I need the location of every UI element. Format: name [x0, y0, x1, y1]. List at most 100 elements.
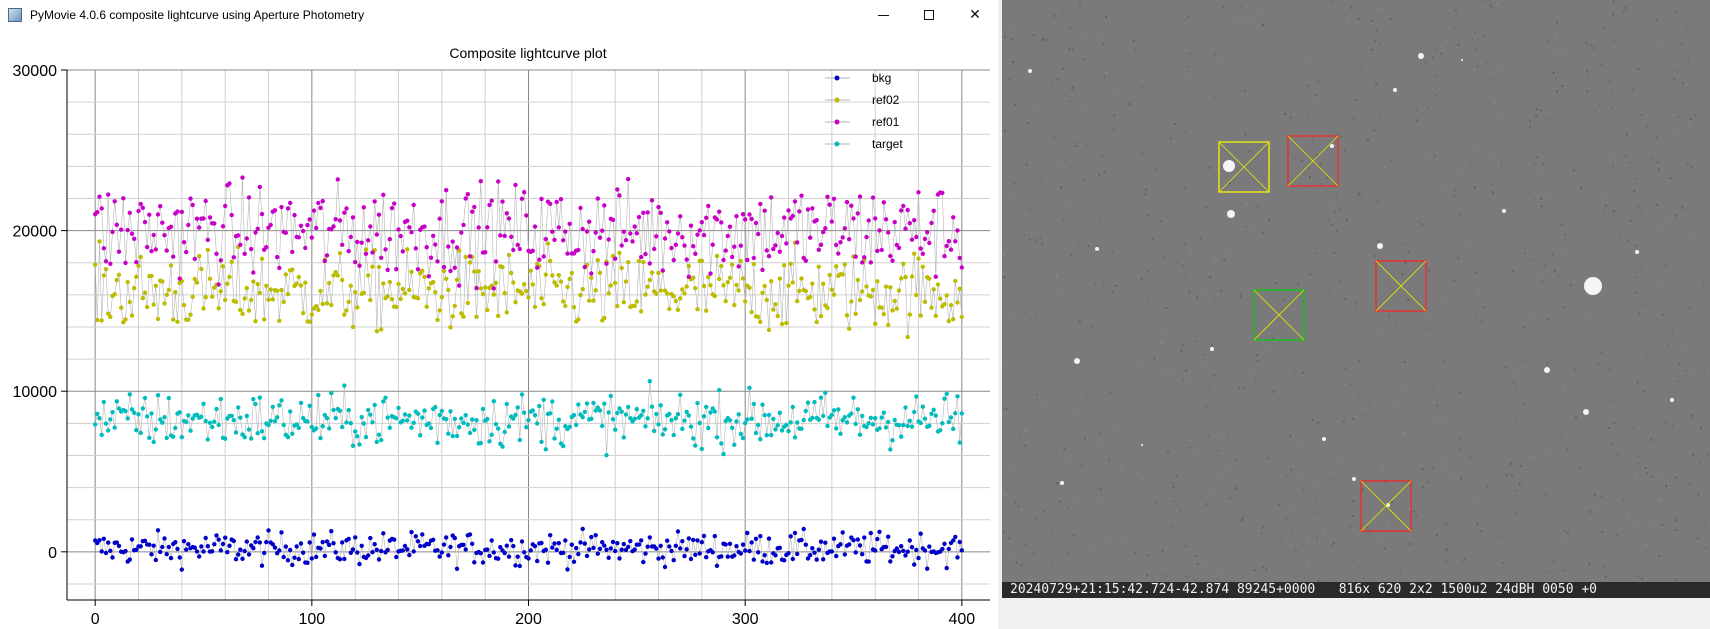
noise-pixel [1045, 39, 1048, 42]
data-point-target [955, 394, 960, 399]
noise-pixel [1003, 423, 1006, 425]
noise-pixel [1125, 347, 1128, 350]
noise-pixel [1355, 410, 1358, 413]
aperture-target[interactable] [1253, 289, 1305, 341]
data-point-bkg [166, 544, 171, 550]
data-point-target [597, 408, 603, 413]
noise-pixel [1438, 418, 1441, 421]
noise-pixel [1189, 439, 1192, 442]
data-point-ref02 [346, 299, 351, 305]
noise-pixel [1412, 9, 1415, 12]
noise-pixel [1656, 142, 1659, 145]
data-point-ref02 [578, 292, 583, 298]
noise-pixel [1423, 243, 1426, 246]
data-point-ref01 [119, 227, 124, 232]
noise-pixel [1559, 48, 1562, 51]
data-point-ref01 [868, 260, 873, 265]
noise-pixel [1189, 415, 1192, 418]
noise-pixel [1597, 510, 1600, 513]
legend-label-ref01[interactable]: ref01 [872, 115, 900, 129]
data-point-ref02 [853, 311, 858, 316]
data-point-target [610, 417, 616, 422]
noise-pixel [1574, 352, 1577, 355]
noise-pixel [1600, 496, 1603, 498]
data-point-ref01 [331, 224, 336, 229]
noise-pixel [1172, 485, 1175, 488]
noise-pixel [1522, 567, 1525, 570]
noise-pixel [1544, 264, 1547, 267]
noise-pixel [1265, 282, 1268, 285]
data-point-target [426, 421, 431, 426]
noise-pixel [1541, 518, 1543, 521]
data-point-target [561, 443, 566, 449]
noise-pixel [1586, 70, 1588, 73]
data-point-bkg [782, 558, 787, 563]
data-point-bkg [743, 548, 748, 553]
data-point-ref01 [890, 258, 895, 263]
lightcurve-chart[interactable]: 0 100 200 300 4000100002000030000 bkgref02re… [0, 0, 998, 629]
noise-pixel [1421, 468, 1424, 471]
data-point-bkg [168, 555, 174, 561]
noise-pixel [1177, 248, 1180, 250]
data-point-target [877, 426, 882, 431]
star-field-frame[interactable] [1002, 0, 1710, 597]
noise-pixel [1007, 366, 1010, 369]
noise-pixel [1666, 519, 1668, 522]
data-point-ref01 [385, 267, 390, 273]
data-point-ref02 [186, 317, 191, 322]
legend[interactable]: bkg ref02 ref01 target [825, 71, 903, 151]
legend-label-target[interactable]: target [872, 137, 903, 151]
data-point-bkg [437, 554, 442, 559]
noise-pixel [1569, 284, 1572, 287]
legend-label-bkg[interactable]: bkg [872, 71, 891, 85]
data-point-ref01 [916, 190, 921, 195]
data-point-target [842, 415, 847, 420]
noise-pixel [1323, 517, 1326, 520]
noise-pixel [1056, 531, 1059, 533]
data-point-bkg [669, 548, 674, 554]
data-point-ref01 [771, 246, 776, 252]
data-point-ref02 [946, 318, 951, 324]
noise-pixel [1373, 255, 1376, 258]
lightcurve-window: PyMovie 4.0.6 composite lightcurve using… [0, 0, 998, 629]
noise-pixel [1028, 194, 1031, 197]
noise-pixel [1646, 330, 1649, 333]
data-point-ref02 [435, 317, 440, 323]
noise-pixel [1010, 214, 1013, 217]
noise-pixel [1548, 118, 1551, 121]
noise-pixel [1406, 75, 1409, 78]
data-point-ref02 [285, 292, 291, 297]
noise-pixel [1237, 17, 1240, 20]
data-point-ref02 [673, 298, 678, 304]
data-point-target [272, 419, 278, 424]
data-point-bkg [210, 549, 215, 554]
data-point-ref02 [441, 268, 447, 274]
noise-pixel [1373, 129, 1376, 132]
noise-pixel [1546, 362, 1548, 365]
noise-pixel [1518, 482, 1521, 485]
aperture-bkg-3[interactable] [1360, 480, 1412, 532]
noise-pixel [1662, 313, 1665, 316]
data-point-target [149, 411, 154, 416]
aperture-bkg-2[interactable] [1375, 260, 1427, 312]
data-point-ref01 [927, 240, 932, 246]
noise-pixel [1103, 103, 1106, 106]
noise-pixel [1141, 297, 1143, 300]
aperture-bkg-1[interactable] [1287, 135, 1339, 187]
data-point-ref02 [166, 287, 171, 293]
noise-pixel [1154, 295, 1157, 298]
data-point-ref01 [188, 196, 193, 201]
noise-pixel [1526, 166, 1529, 169]
noise-pixel [1435, 157, 1438, 160]
apertures[interactable] [1218, 135, 1427, 532]
data-point-bkg [641, 559, 646, 565]
legend-label-ref02[interactable]: ref02 [872, 93, 900, 107]
data-point-ref01 [896, 245, 902, 251]
data-point-target [530, 408, 535, 413]
data-point-bkg [626, 544, 631, 550]
data-point-bkg [181, 539, 187, 544]
noise-pixel [1560, 328, 1563, 331]
data-point-ref02 [903, 274, 908, 280]
noise-pixel [1627, 358, 1629, 361]
data-point-ref01 [268, 222, 273, 228]
